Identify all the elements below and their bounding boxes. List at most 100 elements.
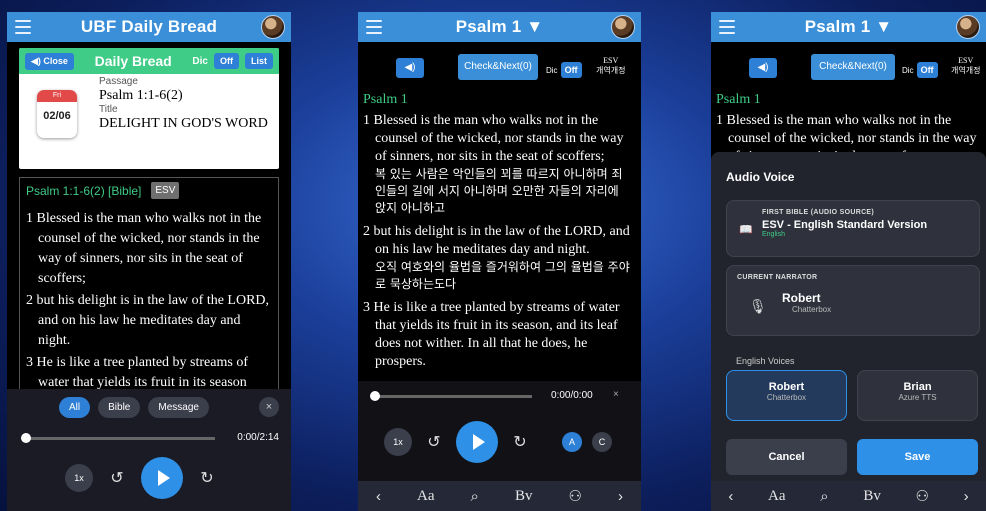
card-title: Daily Bread [94,53,172,69]
calendar-day: Fri [37,90,77,102]
speed-button[interactable]: 1x [384,428,412,456]
search-icon[interactable]: ⌕ [820,488,828,505]
verse-en: 3 He is like a tree planted by streams o… [363,300,620,369]
daily-bread-header: ◀) Close Daily Bread Dic Off List [19,48,279,74]
version-tag[interactable]: ESV [151,182,180,199]
bible-version-button[interactable]: Bv [863,488,881,505]
font-size-button[interactable]: Aa [768,488,786,505]
chevron-right-icon[interactable]: › [618,488,623,505]
dic-toggle[interactable]: Off [916,62,938,78]
save-button[interactable]: Save [857,439,978,475]
first-bible-caption: FIRST BIBLE (AUDIO SOURCE) [762,209,875,216]
dic-label: Dic [546,66,558,75]
passage-label: Passage [99,76,138,87]
title-value: DELIGHT IN GOD'S WORD [99,116,268,131]
english-voices-label: English Voices [736,356,795,366]
mode-a-button[interactable]: A [562,432,582,452]
slider-knob[interactable] [370,391,380,401]
current-narrator-card[interactable]: CURRENT NARRATOR 🎙 Robert Chatterbox [726,265,980,336]
filter-bible[interactable]: Bible [98,397,141,418]
version-ko-label: 개역개정 [596,66,626,75]
chapter-selector[interactable]: Psalm 1 ▼ [456,17,544,37]
people-icon[interactable]: ⚇ [568,487,581,505]
mode-c-button[interactable]: C [592,432,612,452]
speaker-icon[interactable]: ◀) [396,58,424,78]
phone-psalm-reader: Psalm 1 ▼ ◀) Check&Next(0) Dic Off ESV 개역개… [358,12,641,511]
narrator-engine: Chatterbox [792,305,832,314]
toolbar: ◀) Check&Next(0) Dic Off ESV 개역개정 [711,42,986,94]
dic-toggle[interactable]: Off [213,53,239,69]
rewind-icon[interactable]: ↺ [422,432,446,452]
filter-all[interactable]: All [59,397,91,418]
slider-knob[interactable] [21,433,31,443]
chevron-right-icon[interactable]: › [964,488,969,505]
version-selector[interactable]: ESV 개역개정 [951,56,980,76]
avatar[interactable] [261,15,285,39]
chevron-left-icon[interactable]: ‹ [728,488,733,505]
voice-name: Brian [903,381,932,393]
passage-text: 1 Blessed is the man who walks not in th… [716,110,980,152]
forward-icon[interactable]: ↻ [195,468,219,488]
voice-engine: Azure TTS [898,393,937,402]
book-icon: 📖 [739,224,753,236]
microphone-icon: 🎙 [749,298,767,314]
play-icon [472,434,485,450]
chapter-label: Psalm 1 [363,92,408,107]
audio-voice-sheet: Audio Voice FIRST BIBLE (AUDIO SOURCE) 📖… [711,152,986,481]
people-icon[interactable]: ⚇ [916,487,929,505]
dic-label: Dic [192,55,208,67]
verse-en: 1 Blessed is the man who walks not in th… [363,113,624,164]
passage-panel: Psalm 1:1-6(2) [Bible] ESV 1 Blessed is … [19,177,279,391]
rewind-icon[interactable]: ↺ [105,468,129,488]
top-bar: Psalm 1 ▼ [358,12,641,42]
bible-version-button[interactable]: Bv [515,488,533,505]
title-label: Title [99,104,118,115]
filter-chips: All Bible Message [59,397,209,418]
sheet-title: Audio Voice [726,170,795,184]
voice-engine: Chatterbox [766,393,807,402]
speaker-icon[interactable]: ◀) [749,58,777,78]
calendar-date: 02/06 [43,110,71,122]
top-bar: UBF Daily Bread [7,12,291,42]
close-player-button[interactable]: × [613,389,619,400]
font-size-button[interactable]: Aa [417,488,435,505]
menu-icon[interactable] [15,20,31,34]
list-button[interactable]: List [244,53,273,69]
cancel-button[interactable]: Cancel [726,439,847,475]
chapter-selector[interactable]: Psalm 1 ▼ [805,17,893,37]
filter-message[interactable]: Message [148,397,209,418]
voice-option-robert[interactable]: Robert Chatterbox [726,370,847,421]
passage-text: 1 Blessed is the man who walks not in th… [363,110,633,394]
search-icon[interactable]: ⌕ [471,488,479,505]
time-readout: 0:00/0:00 [551,390,593,401]
play-button[interactable] [456,421,498,463]
passage-reference[interactable]: Psalm 1:1-6(2) [Bible] [26,184,141,198]
check-next-button[interactable]: Check&Next(0) [458,54,538,80]
passage-info: Passage Psalm 1:1-6(2) Title DELIGHT IN … [99,76,273,132]
verse-ko: 오직 여호와의 율법을 즐거워하여 그의 율법을 주야로 묵상하는도다 [375,260,630,291]
progress-slider[interactable] [21,433,215,443]
speed-button[interactable]: 1x [65,464,93,492]
first-bible-card[interactable]: FIRST BIBLE (AUDIO SOURCE) 📖 ESV - Engli… [726,200,980,257]
playback-controls: 1x ↺ ↻ A C [384,421,612,463]
close-button[interactable]: ◀) Close [25,52,74,70]
voice-option-brian[interactable]: Brian Azure TTS [857,370,978,421]
app-title: UBF Daily Bread [80,17,218,36]
menu-icon[interactable] [366,20,382,34]
close-player-button[interactable]: × [259,397,279,417]
verse: 2 but his delight is in the law of the L… [26,293,270,348]
close-label: Close [43,55,68,66]
forward-icon[interactable]: ↻ [508,432,532,452]
check-next-button[interactable]: Check&Next(0) [811,54,895,80]
menu-icon[interactable] [719,20,735,34]
avatar[interactable] [611,15,635,39]
progress-slider[interactable] [370,391,532,401]
version-selector[interactable]: ESV 개역개정 [596,56,625,76]
voice-name: Robert [768,381,805,393]
avatar[interactable] [956,15,980,39]
dic-label: Dic [902,66,914,75]
dic-toggle[interactable]: Off [560,62,582,78]
play-button[interactable] [141,457,183,499]
chevron-left-icon[interactable]: ‹ [376,488,381,505]
passage-value: Psalm 1:1-6(2) [99,88,183,103]
